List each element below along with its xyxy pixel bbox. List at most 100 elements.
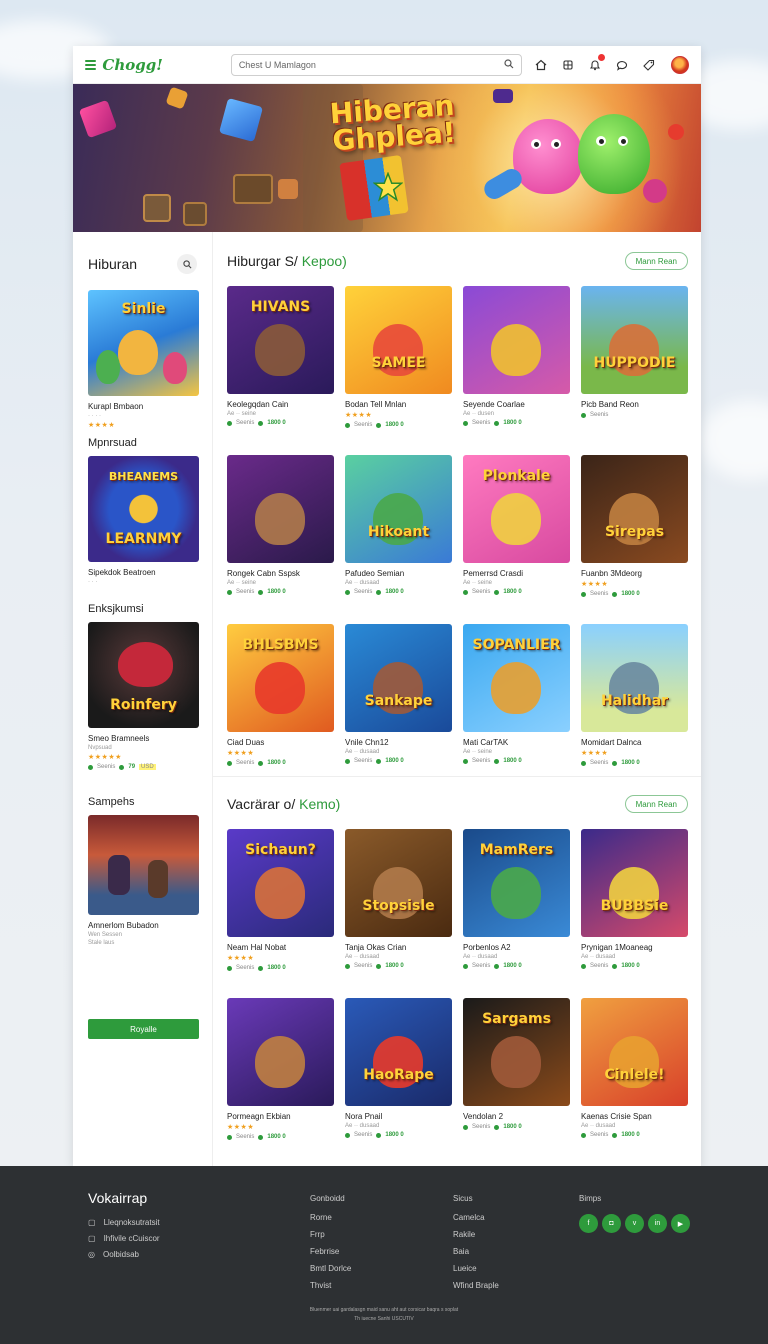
game-card[interactable]: BUBBSie Prynigan 1Moaneag Ae ·· dusaad S… (581, 829, 688, 998)
sidebar-action-button[interactable]: Royalle (88, 1019, 199, 1039)
game-title: Rongek Cabn Sspsk (227, 569, 300, 578)
game-card[interactable]: Pormeagn Ekbian ★★★★ Seenis 1800 0 (227, 998, 334, 1166)
sidebar-game-card[interactable]: Sinlie Kurapl Bmbaon · · · · ★★★★ (88, 290, 199, 429)
avatar[interactable] (671, 55, 689, 74)
game-thumbnail (88, 815, 199, 915)
sidebar-search-button[interactable] (177, 254, 197, 274)
footer-link[interactable]: Frrp (310, 1230, 351, 1247)
game-subtitle: Ae ·· seine (227, 580, 257, 586)
hamburger-menu-icon[interactable] (85, 59, 97, 70)
chat-icon[interactable] (615, 58, 628, 71)
game-meta: Seenis 1800 0 (345, 589, 452, 595)
see-more-button[interactable]: Mann Rean (624, 252, 688, 270)
game-meta: Seenis 1800 0 (227, 965, 334, 971)
game-subtitle: ★★★★ (227, 1124, 255, 1131)
game-card[interactable]: Sargams Vendolan 2 Seenis 1800 0 (463, 998, 570, 1166)
youtube-icon[interactable]: ▶ (671, 1214, 690, 1233)
search-icon[interactable] (504, 56, 514, 74)
game-card[interactable]: Stopsisle Tanja Okas Crian Ae ·· dusaad … (345, 829, 452, 998)
footer-contact-item[interactable]: ▢ Lleqnoksutratsit (88, 1214, 160, 1230)
game-card[interactable]: Rongek Cabn Sspsk Ae ·· seine Seenis 1800… (227, 455, 334, 624)
facebook-icon[interactable]: f (579, 1214, 598, 1233)
instagram-icon[interactable]: ◘ (602, 1214, 621, 1233)
game-title: Kaenas Crisie Span (581, 1112, 652, 1121)
game-thumbnail: Sinlie (88, 290, 199, 396)
game-thumbnail: BUBBSie (581, 829, 688, 937)
see-more-button[interactable]: Mann Rean (624, 795, 688, 813)
footer-title: Vokairrap (88, 1190, 148, 1206)
game-card[interactable]: SOPANLIER Mati CarTAK Ae ·· seine Seenis… (463, 624, 570, 793)
game-card[interactable]: Seyende Coarlae Ae ·· dusen Seenis 1800 0 (463, 286, 570, 455)
game-meta: Seenis 1800 0 (227, 589, 334, 595)
game-thumbnail: Plonkale (463, 455, 570, 563)
copyright: Bluenmer uai gardalasgn maid sanu aht au… (309, 1307, 459, 1322)
game-thumbnail (463, 286, 570, 394)
notification-icon[interactable] (588, 54, 605, 71)
sidebar-section-label: Sampehs (88, 796, 135, 808)
game-subtitle: Ae ·· dusen (463, 411, 495, 417)
footer-contact-item[interactable]: ◎ Oolbidsab (88, 1246, 160, 1262)
game-card[interactable]: Sankape Vnile Chn12 Ae ·· dusaad Seenis 1… (345, 624, 452, 793)
game-card[interactable]: HaoRape Nora Pnail Ae ·· dusaad Seenis 18… (345, 998, 452, 1166)
game-title: Nora Pnail (345, 1112, 383, 1121)
game-title: Picb Band Reon (581, 400, 639, 409)
section-header: Hiburgar S/ Kepoo) Mann Rean (227, 251, 688, 271)
logo[interactable]: Chogg! (102, 56, 162, 74)
sidebar-game-card[interactable]: Amnerlom Bubadon Wen Sessen Stale laus (88, 815, 199, 946)
hero-banner[interactable]: Hiberan Ghplea! (73, 84, 701, 232)
game-card[interactable]: Hikoant Pafudeo Semian Ae ·· dusaad Seen… (345, 455, 452, 624)
location-icon: ◎ (88, 1249, 95, 1259)
footer-link[interactable]: Rakile (453, 1230, 499, 1247)
game-card[interactable]: Sirepas Fuanbn 3Mdeorg ★★★★ Seenis 1800 0 (581, 455, 688, 624)
search-bar[interactable] (230, 53, 522, 76)
game-thumbnail: Sichaun? (227, 829, 334, 937)
game-subtitle: Ae ·· seine (227, 411, 257, 417)
home-icon[interactable] (534, 58, 547, 71)
game-thumbnail: Stopsisle (345, 829, 452, 937)
section-title: Hiburgar S/ Kepoo) (227, 253, 347, 269)
game-thumbnail: HIVANS (227, 286, 334, 394)
footer-link[interactable]: Lueice (453, 1264, 499, 1281)
game-subtitle: ★★★★ (227, 955, 255, 962)
footer-link[interactable]: Thvist (310, 1281, 351, 1298)
linkedin-icon[interactable]: in (648, 1214, 667, 1233)
mail-icon: ▢ (88, 1217, 96, 1227)
footer-link[interactable]: Baia (453, 1247, 499, 1264)
game-subtitle: Ae ·· dusaad (463, 954, 498, 960)
vimeo-icon[interactable]: v (625, 1214, 644, 1233)
footer-link[interactable]: Camelca (453, 1213, 499, 1230)
game-card[interactable]: HUPPODIE Picb Band Reon Seenis (581, 286, 688, 455)
game-thumbnail (227, 998, 334, 1106)
footer-link[interactable]: Rorne (310, 1213, 351, 1230)
game-subtitle: Stale laus (88, 940, 115, 946)
footer-link[interactable]: Bmtl Dorlce (310, 1264, 351, 1281)
search-input[interactable] (238, 59, 504, 70)
game-meta: Seenis 1800 0 (463, 758, 570, 764)
sidebar-game-card[interactable]: BHEANEMS LEARNMY Sipekdok Beatroen · · · (88, 456, 199, 585)
game-title: Smeo Bramneels (88, 734, 150, 743)
game-title: Porbenlos A2 (463, 943, 511, 952)
game-card[interactable]: SAMEE Bodan Tell Mnlan ★★★★ Seenis 1800 0 (345, 286, 452, 455)
game-title: Momidart Dalnca (581, 738, 642, 747)
game-card[interactable]: Sichaun? Neam Hal Nobat ★★★★ Seenis 1800 … (227, 829, 334, 998)
game-title: Prynigan 1Moaneag (581, 943, 653, 952)
game-title: Fuanbn 3Mdeorg (581, 569, 642, 578)
gamepad-icon[interactable] (561, 58, 574, 71)
game-meta: Seenis 1800 0 (581, 760, 688, 766)
game-card[interactable]: BHLSBMS Ciad Duas ★★★★ Seenis 1800 0 (227, 624, 334, 793)
sidebar-game-card[interactable]: Roinfery Smeo Bramneels Nvpsuad ★★★★★ Se… (88, 622, 199, 770)
game-card[interactable]: Plonkale Pemerrsd Crasdi Ae ·· seine See… (463, 455, 570, 624)
game-card[interactable]: Cinlele! Kaenas Crisie Span Ae ·· dusaad… (581, 998, 688, 1166)
footer-contact-item[interactable]: ▢ Ihfivile cCuiscor (88, 1230, 160, 1246)
game-card[interactable]: Halidhar Momidart Dalnca ★★★★ Seenis 1800… (581, 624, 688, 793)
footer-column-heading: Sicus (453, 1194, 473, 1203)
footer-link[interactable]: Febrrise (310, 1247, 351, 1264)
footer-link[interactable]: Wfind Braple (453, 1281, 499, 1298)
game-card[interactable]: MamRers Porbenlos A2 Ae ·· dusaad Seenis… (463, 829, 570, 998)
social-links: f ◘ v in ▶ (579, 1214, 690, 1233)
game-title: Pafudeo Semian (345, 569, 405, 578)
game-thumbnail: Halidhar (581, 624, 688, 732)
game-thumbnail: Cinlele! (581, 998, 688, 1106)
game-card[interactable]: HIVANS Keolegqdan Cain Ae ·· seine Seeni… (227, 286, 334, 455)
tag-icon[interactable] (642, 58, 655, 71)
